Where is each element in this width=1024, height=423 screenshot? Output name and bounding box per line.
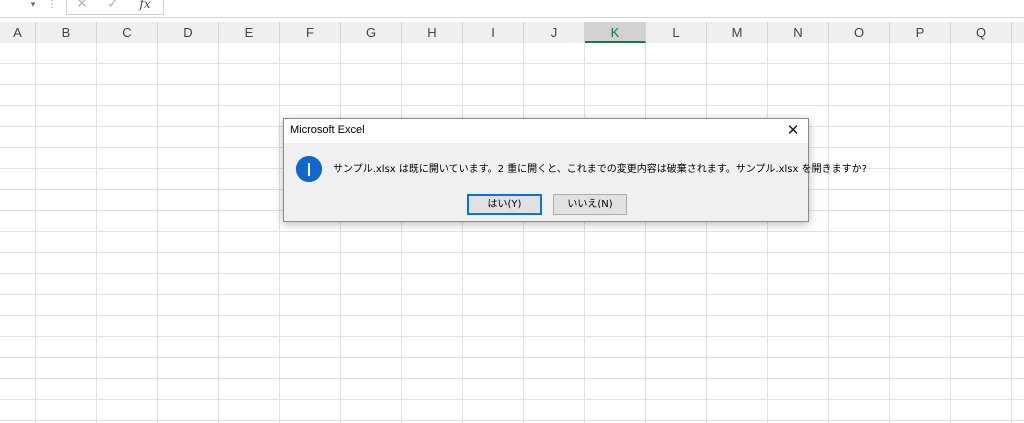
column-header-f[interactable]: F	[280, 22, 341, 43]
message-dialog: Microsoft Excel ✕ サンプル.xlsx は既に開いています。2 …	[283, 118, 867, 222]
column-header-b[interactable]: B	[36, 22, 97, 43]
grid-line	[35, 43, 36, 423]
insert-function-button[interactable]: fx	[134, 0, 156, 12]
dialog-title: Microsoft Excel	[290, 124, 365, 136]
grid-line	[96, 43, 97, 423]
column-header-h[interactable]: H	[402, 22, 463, 43]
grid-line	[401, 43, 402, 423]
grid-line	[1011, 43, 1012, 423]
column-header-m[interactable]: M	[707, 22, 768, 43]
grid-line	[218, 43, 219, 423]
grid-line	[523, 43, 524, 423]
column-header-g[interactable]: G	[341, 22, 402, 43]
information-icon	[296, 156, 322, 182]
column-header-q[interactable]: Q	[951, 22, 1012, 43]
grid-line	[157, 43, 158, 423]
column-header-n[interactable]: N	[768, 22, 829, 43]
name-box-dropdown-icon[interactable]: ▾	[24, 0, 42, 13]
column-header-a[interactable]: A	[0, 22, 36, 43]
grid-line	[950, 43, 951, 423]
column-header-k[interactable]: K	[585, 22, 646, 43]
column-header-i[interactable]: I	[463, 22, 524, 43]
confirm-entry-icon[interactable]: ✓	[104, 0, 122, 12]
no-button[interactable]: いいえ(N)	[553, 194, 627, 215]
column-header-d[interactable]: D	[158, 22, 219, 43]
grid-line	[767, 43, 768, 423]
formula-input-edge	[163, 0, 164, 14]
dialog-message: サンプル.xlsx は既に開いています。2 重に開くと、これまでの変更内容は破棄…	[333, 164, 867, 175]
column-header-j[interactable]: J	[524, 22, 585, 43]
formula-bar: ▾ ⋮ ✕ ✓ fx	[0, 0, 1024, 18]
grid-line	[706, 43, 707, 423]
grid-line	[340, 43, 341, 423]
cancel-entry-icon[interactable]: ✕	[74, 0, 90, 12]
column-header-row: ABCDEFGHIJKLMNOPQ	[0, 22, 1024, 44]
close-icon[interactable]: ✕	[778, 119, 808, 143]
dialog-titlebar[interactable]: Microsoft Excel ✕	[284, 119, 808, 143]
grid-line	[584, 43, 585, 423]
grid-line	[889, 43, 890, 423]
excel-window: ▾ ⋮ ✕ ✓ fx ABCDEFGHIJKLMNOPQ Microsoft E…	[0, 0, 1024, 423]
grid-line	[279, 43, 280, 423]
column-header-l[interactable]: L	[646, 22, 707, 43]
column-header-c[interactable]: C	[97, 22, 158, 43]
column-header-o[interactable]: O	[829, 22, 890, 43]
formula-bar-grip-icon[interactable]: ⋮	[47, 0, 57, 14]
grid-line	[462, 43, 463, 423]
grid-line	[828, 43, 829, 423]
grid-line	[645, 43, 646, 423]
column-header-e[interactable]: E	[219, 22, 280, 43]
column-header-p[interactable]: P	[890, 22, 951, 43]
yes-button[interactable]: はい(Y)	[467, 194, 542, 215]
cell-grid[interactable]	[0, 43, 1024, 423]
